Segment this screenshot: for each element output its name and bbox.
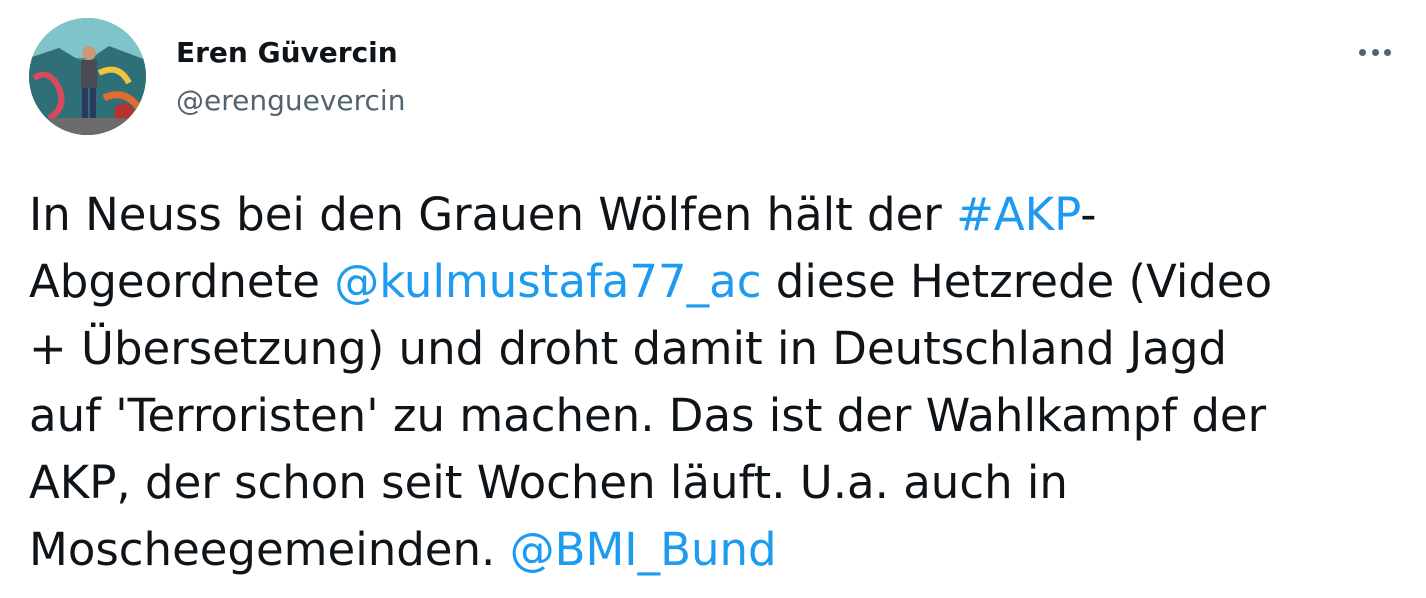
more-horizontal-icon-dot [1371, 48, 1379, 56]
more-options-spacer [1396, 49, 1398, 56]
tweet-line: auf 'Terroristen' zu machen. Das ist der… [29, 389, 1267, 442]
more-horizontal-icon-dot [1383, 48, 1391, 56]
mention-link[interactable]: @BMI_Bund [510, 523, 777, 576]
tweet-line: AKP, der schon seit Wochen läuft. U.a. a… [29, 456, 1068, 509]
tweet-text: In Neuss bei den Grauen Wölfen hält der … [29, 181, 1409, 583]
author-display-name[interactable]: Eren Güvercin [176, 34, 405, 72]
tweet-line: Abgeordnete @kulmustafa77_ac diese Hetzr… [29, 248, 1409, 315]
tweet-text-segment: - [1080, 188, 1097, 241]
more-options-button[interactable] [1352, 40, 1398, 64]
tweet-line: Moscheegemeinden. @BMI_Bund [29, 516, 1409, 583]
avatar[interactable] [29, 18, 146, 135]
tweet-text-segment: Moscheegemeinden. [29, 523, 510, 576]
more-options-spacer [1352, 49, 1354, 56]
author-handle[interactable]: @erenguevercin [176, 82, 405, 120]
author-block: Eren Güvercin @erenguevercin [176, 34, 405, 120]
tweet-text-segment: In Neuss bei den Grauen Wölfen hält der [29, 188, 957, 241]
tweet-line: + Übersetzung) und droht damit in Deutsc… [29, 322, 1227, 375]
more-horizontal-icon-dot [1359, 48, 1367, 56]
hashtag-link[interactable]: #AKP [956, 188, 1080, 241]
tweet-text-segment: Abgeordnete [29, 255, 335, 308]
tweet-text-segment: diese Hetzrede (Video [761, 255, 1273, 308]
mention-link[interactable]: @kulmustafa77_ac [334, 255, 761, 308]
tweet-line: In Neuss bei den Grauen Wölfen hält der … [29, 181, 1409, 248]
